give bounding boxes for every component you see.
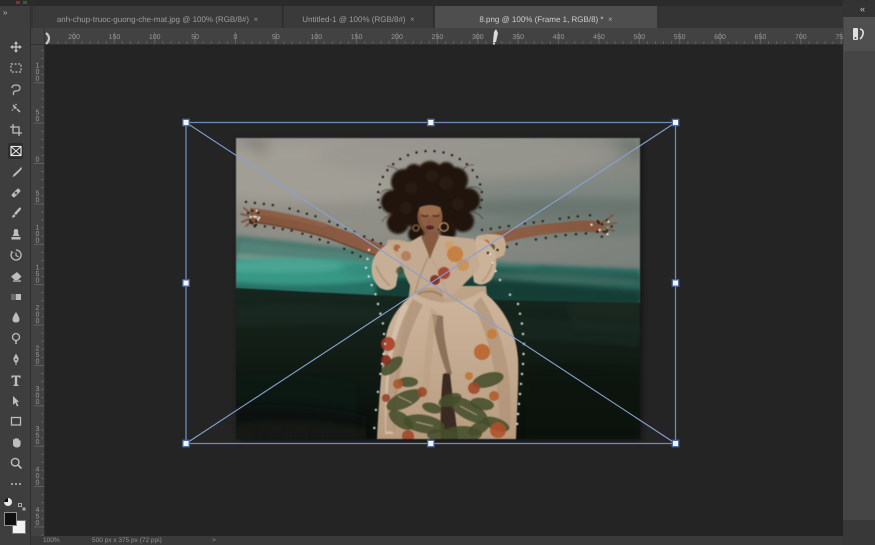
svg-text:700: 700 (795, 34, 807, 41)
svg-text:0: 0 (36, 278, 40, 285)
svg-text:500: 500 (633, 34, 645, 41)
svg-text:0: 0 (36, 157, 40, 164)
svg-text:0: 0 (36, 480, 40, 487)
svg-text:0: 0 (36, 116, 40, 123)
svg-text:50: 50 (191, 34, 199, 41)
svg-text:0: 0 (36, 520, 40, 527)
svg-text:0: 0 (36, 358, 40, 365)
svg-text:350: 350 (512, 34, 524, 41)
svg-text:0: 0 (36, 318, 40, 325)
svg-text:600: 600 (714, 34, 726, 41)
svg-text:100: 100 (310, 34, 322, 41)
svg-text:400: 400 (553, 34, 565, 41)
svg-text:750: 750 (835, 34, 843, 41)
svg-text:300: 300 (472, 34, 484, 41)
svg-text:250: 250 (432, 34, 444, 41)
svg-text:0: 0 (36, 197, 40, 204)
svg-text:650: 650 (755, 34, 767, 41)
svg-text:200: 200 (391, 34, 403, 41)
svg-text:550: 550 (674, 34, 686, 41)
svg-text:450: 450 (593, 34, 605, 41)
svg-text:0: 0 (234, 34, 238, 41)
svg-text:50: 50 (272, 34, 280, 41)
svg-text:0: 0 (36, 237, 40, 244)
svg-text:0: 0 (36, 399, 40, 406)
svg-text:150: 150 (351, 34, 363, 41)
svg-text:150: 150 (109, 34, 121, 41)
svg-text:200: 200 (68, 34, 80, 41)
svg-text:0: 0 (36, 439, 40, 446)
svg-text:0: 0 (36, 76, 40, 83)
svg-text:100: 100 (149, 34, 161, 41)
